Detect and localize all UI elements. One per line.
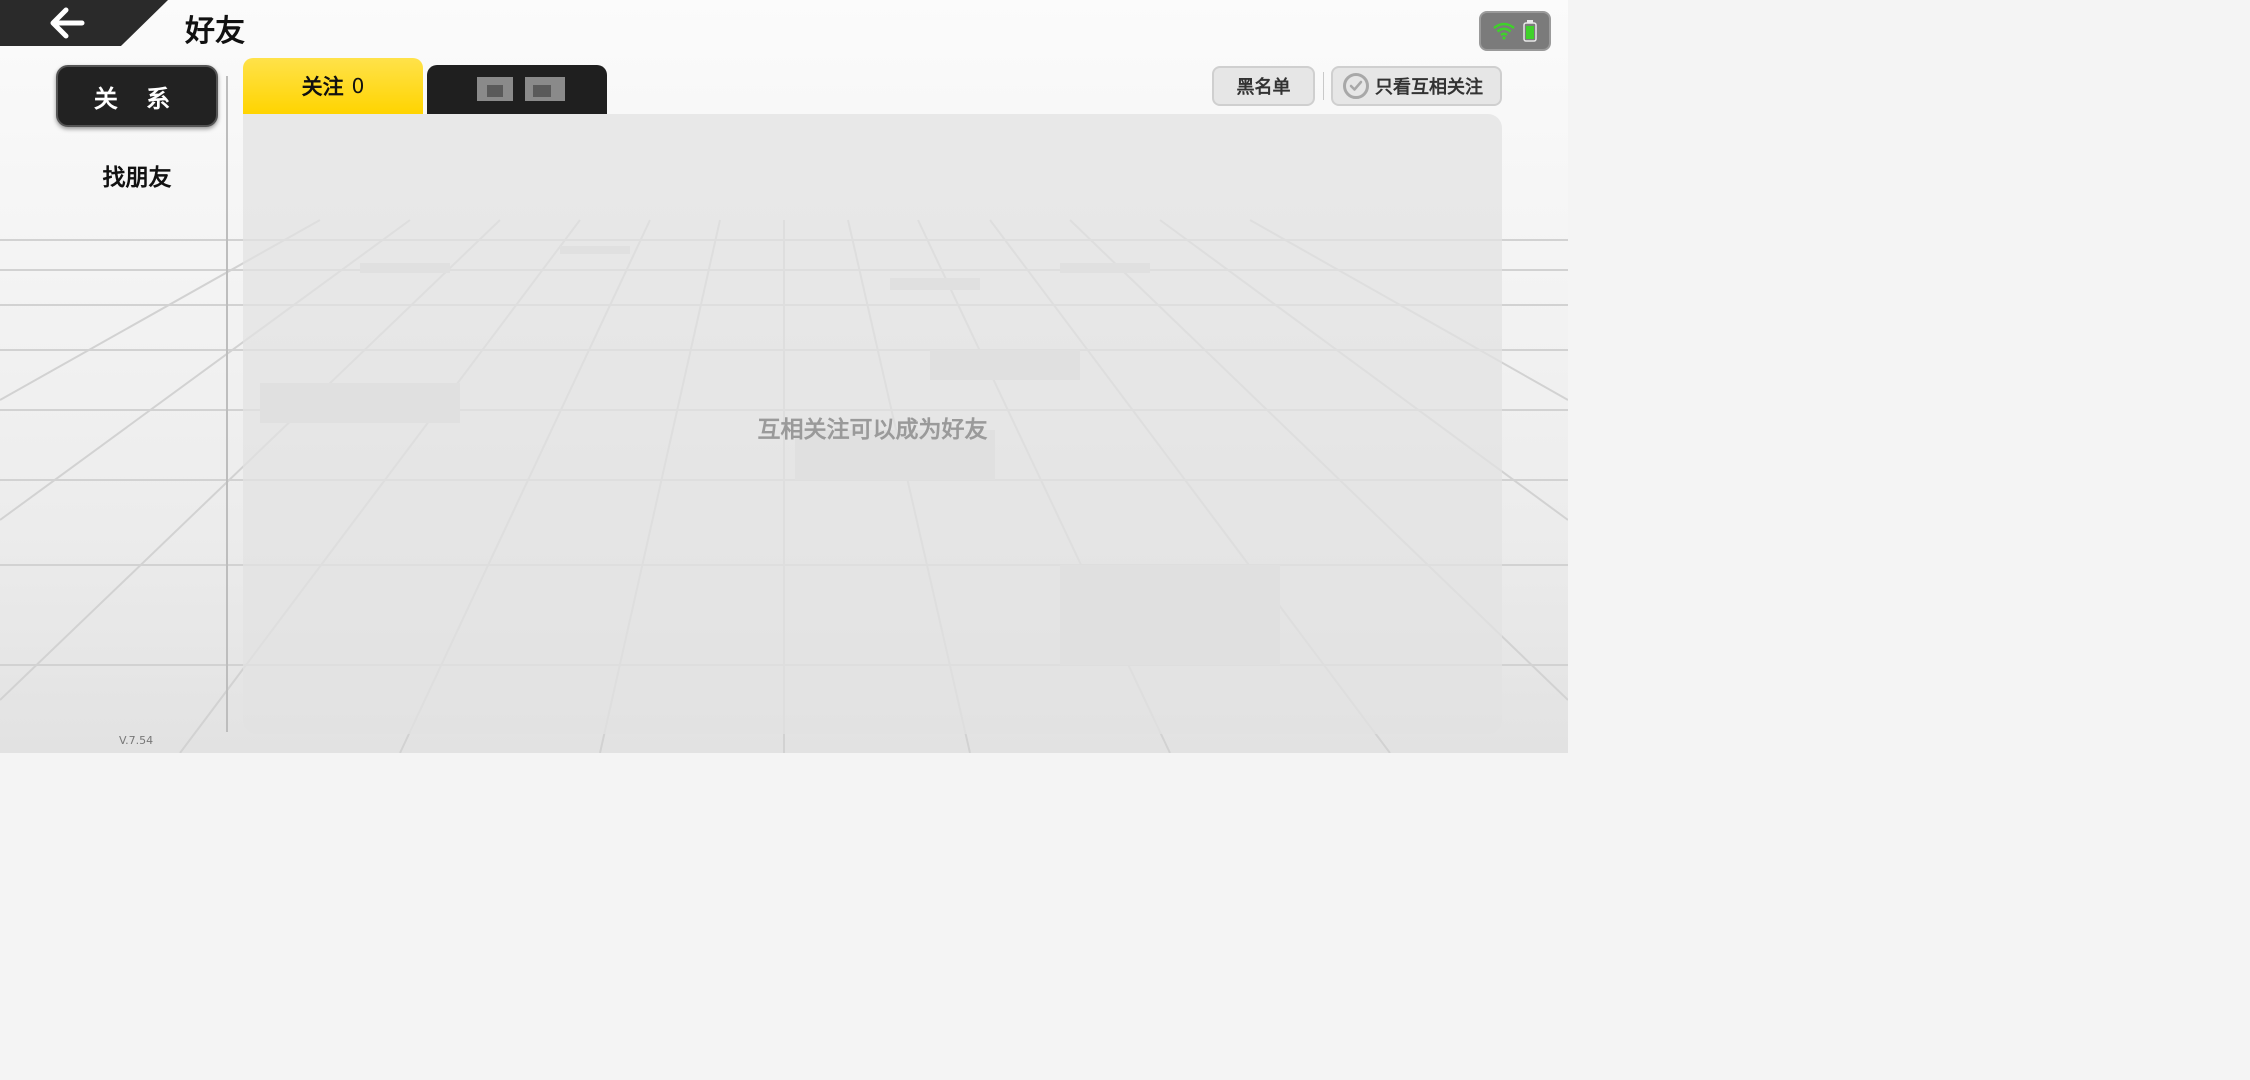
toolbar-separator [1323, 72, 1324, 100]
tab-following[interactable]: 关注 0 [243, 58, 423, 114]
mutual-follow-filter-toggle[interactable]: 只看互相关注 [1331, 66, 1502, 106]
arrow-left-icon [50, 7, 85, 39]
friends-list-panel: 互相关注可以成为好友 [243, 114, 1502, 734]
blacklist-button[interactable]: 黑名单 [1212, 66, 1315, 106]
tab-following-label: 关注 [301, 75, 344, 99]
nav-divider [226, 76, 228, 732]
tab-following-count: 0 [351, 74, 365, 98]
empty-state-message: 互相关注可以成为好友 [757, 417, 988, 443]
wifi-icon [1493, 22, 1515, 40]
pixelated-label-part [487, 85, 503, 97]
pixelated-label-part [533, 85, 551, 97]
nav-item-relations[interactable]: 关 系 [56, 65, 218, 127]
tab-followers[interactable] [427, 65, 607, 114]
version-label: V.7.54 [119, 734, 154, 747]
mutual-follow-filter-label: 只看互相关注 [1375, 77, 1483, 98]
page-title: 好友 [185, 14, 245, 49]
nav-item-find-friends[interactable]: 找朋友 [56, 155, 218, 195]
check-circle-icon [1343, 73, 1369, 99]
battery-icon [1523, 20, 1537, 42]
status-indicator [1479, 11, 1551, 51]
